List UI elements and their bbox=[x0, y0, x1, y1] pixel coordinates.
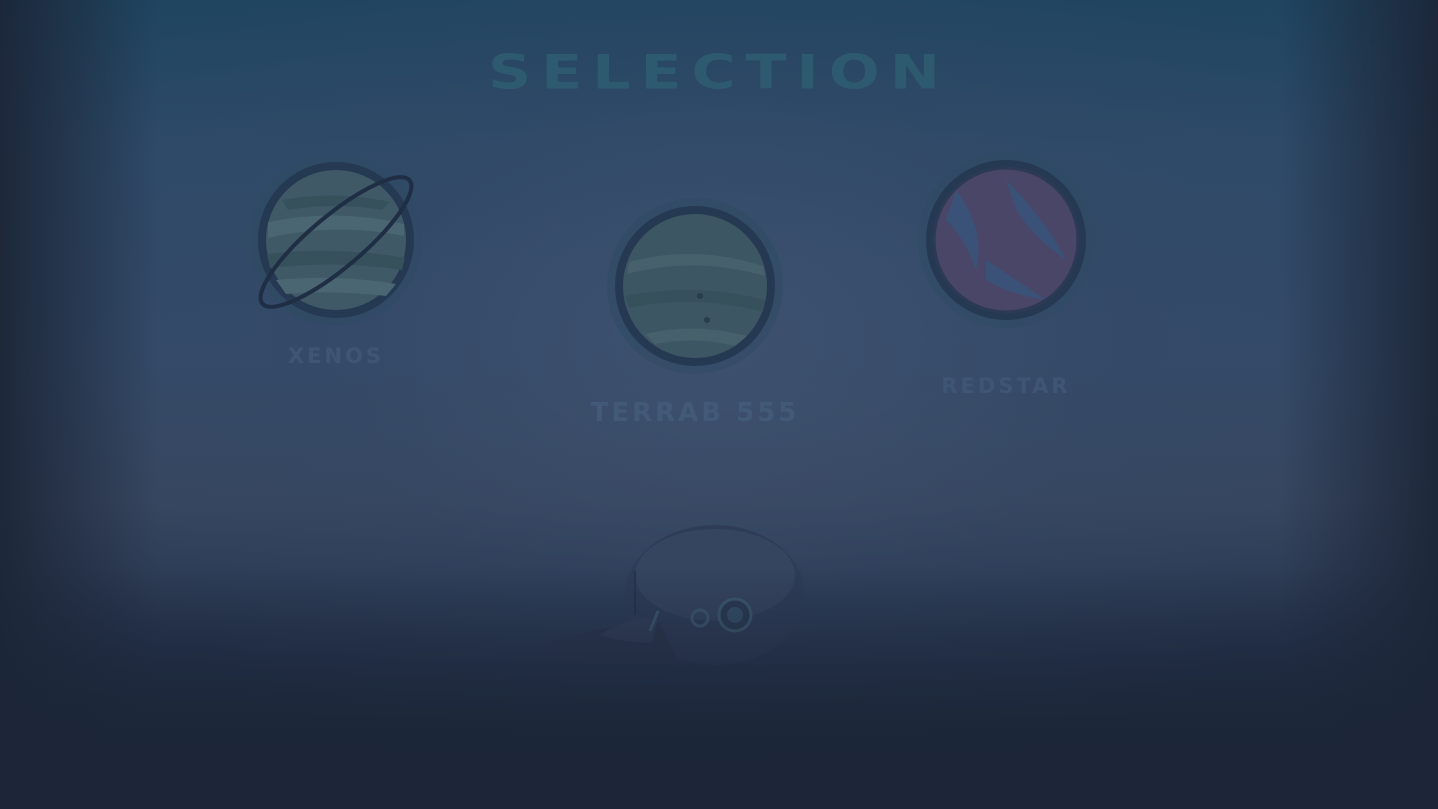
planet-option-xenos[interactable]: XENOS bbox=[236, 150, 436, 368]
ringed-planet-icon bbox=[250, 154, 422, 326]
screen-title: SELECTION bbox=[488, 45, 950, 101]
planet-option-redstar[interactable]: REDSTAR bbox=[906, 150, 1106, 398]
spaceship-icon bbox=[550, 525, 805, 665]
planet-name-xenos: XENOS bbox=[287, 344, 385, 368]
planet-name-redstar: REDSTAR bbox=[941, 374, 1071, 398]
planet-icon bbox=[607, 198, 783, 374]
planet-name-terrab-555: TERRAB 555 bbox=[590, 398, 800, 428]
red-planet-icon bbox=[918, 152, 1094, 328]
planet-option-terrab-555[interactable]: TERRAB 555 bbox=[588, 196, 802, 428]
